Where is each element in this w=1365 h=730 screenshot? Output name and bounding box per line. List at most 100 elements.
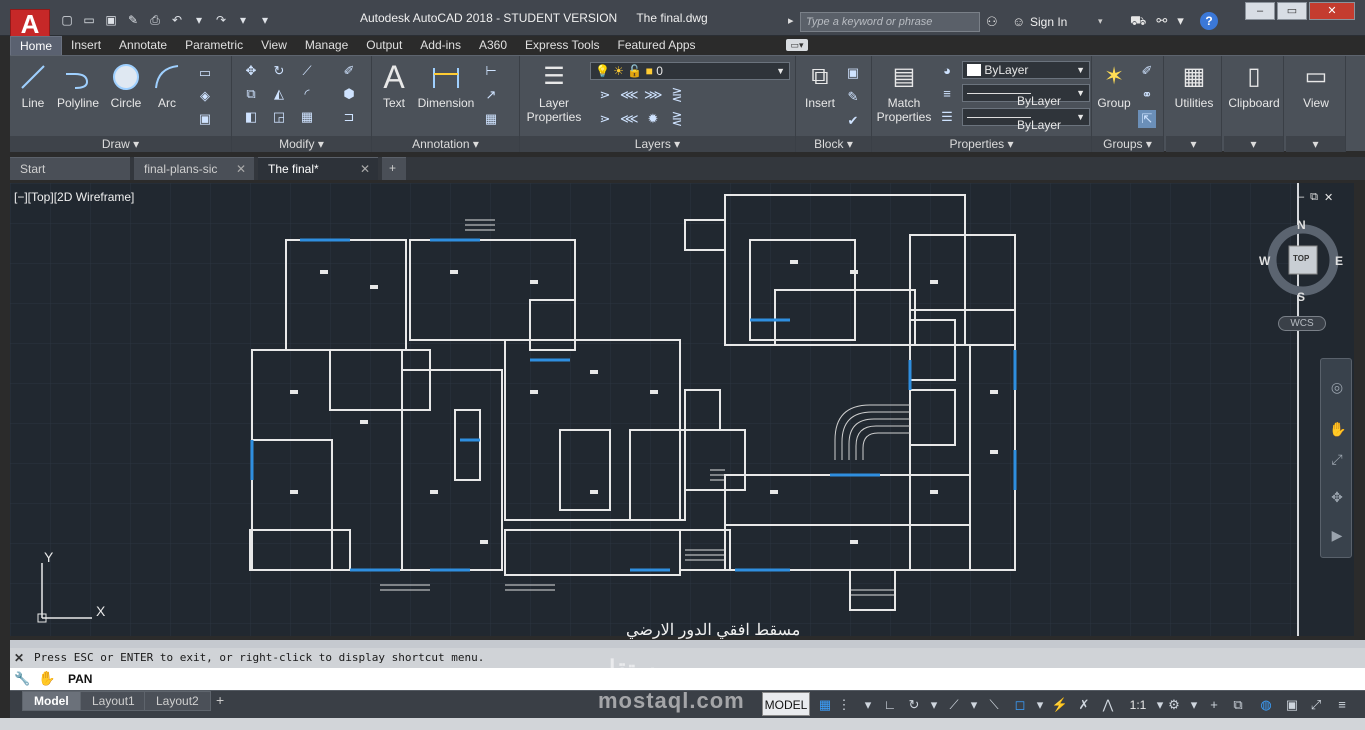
ribbon-tab-manage[interactable]: Manage [296,36,357,55]
close-tab-icon[interactable]: ✕ [360,162,370,176]
line-button[interactable]: Line [16,62,50,110]
add-layout-icon[interactable]: + [216,692,224,708]
redo-icon[interactable]: ↷ [212,12,230,28]
utilities-button[interactable]: ▦ Utilities [1166,62,1222,110]
pan-icon[interactable]: ✋ [1329,421,1346,437]
table-icon[interactable]: ▦ [482,110,500,128]
layer-properties-button[interactable]: ☰ Layer Properties [524,62,584,124]
layer-iso-icon[interactable]: ⋘ [620,86,639,104]
command-input[interactable]: PAN [10,668,1365,690]
rectangle-icon[interactable]: ▭ [196,64,214,82]
ribbon-tab-express-tools[interactable]: Express Tools [516,36,608,55]
modify-panel-label[interactable]: Modify ▾ [232,136,371,152]
auto-scale-icon[interactable]: ✗ [1074,696,1094,714]
current-layer-dropdown[interactable]: 💡 ☀ 🔓 ■ 0 ▼ [590,62,790,80]
help-dropdown-icon[interactable]: ▾ [1177,13,1184,31]
ribbon-tab-parametric[interactable]: Parametric [176,36,252,55]
linetype-dropdown[interactable]: ByLayer ▼ [962,84,1090,108]
ribbon-tab-insert[interactable]: Insert [62,36,110,55]
compass-east[interactable]: E [1335,254,1343,268]
user-icon[interactable]: ☺ [1012,14,1025,29]
annotation-panel-label[interactable]: Annotation ▾ [372,136,519,152]
steering-wheel-icon[interactable]: ◎ [1329,379,1345,395]
ribbon-tab-view[interactable]: View [252,36,296,55]
linear-dim-icon[interactable]: ⊢ [482,62,500,80]
fillet-icon[interactable]: ◜ [298,85,316,103]
color-dropdown[interactable]: ByLayer ▼ [962,61,1090,79]
model-space-button[interactable]: MODEL [762,692,810,716]
array-icon[interactable]: ▦ [298,108,316,126]
layer-thaw-icon[interactable]: ✹ [644,110,662,128]
utilities-dropdown[interactable]: ▾ [1166,136,1221,152]
dimension-button[interactable]: Dimension [416,62,476,110]
layout-tab-layout1[interactable]: Layout1 [80,691,147,711]
viewcube-top-face[interactable]: TOP [1293,254,1309,263]
floor-plan-drawing[interactable] [230,190,1030,630]
viewport-controls-label[interactable]: [−][Top][2D Wireframe] [14,190,134,204]
doc-tab[interactable]: The final* ✕ [258,157,378,180]
ribbon-tab-home[interactable]: Home [10,36,63,55]
insert-button[interactable]: ⧉ Insert [800,62,840,110]
offset-icon[interactable]: ⊐ [340,108,358,126]
viewport-restore-icon[interactable]: ⧉ [1310,191,1318,204]
lineweight-dropdown[interactable]: ByLayer ▼ [962,108,1090,132]
wcs-menu[interactable]: WCS [1278,316,1326,331]
utilities-panel[interactable]: ▦ Utilities ▾ [1166,56,1222,152]
layout-tab-model[interactable]: Model [22,691,81,711]
customize-wrench-icon[interactable]: 🔧 [14,671,30,687]
osnap-dropdown-icon[interactable]: ▾ [964,696,984,714]
zoom-extents-icon[interactable]: ⤢ [1329,451,1345,467]
snap-mode-icon[interactable]: ⋮ [834,696,854,714]
layout-tab-layout2[interactable]: Layout2 [144,691,211,711]
grid-display-icon[interactable]: ▦ [815,696,835,714]
exchange-icon[interactable]: ⚯ [1156,13,1167,31]
block-panel-label[interactable]: Block ▾ [796,136,871,152]
open-icon[interactable]: ▭ [80,12,98,28]
copy-icon[interactable]: ⧉ [242,85,260,103]
erase-icon[interactable]: ✐ [340,62,358,80]
sign-in-dropdown-icon[interactable]: ▾ [1098,16,1103,27]
group-edit-icon[interactable]: ⚭ [1138,86,1156,104]
scale-icon[interactable]: ◲ [270,108,288,126]
scale-selector[interactable]: 1:1 [1124,696,1152,714]
create-block-icon[interactable]: ▣ [844,64,862,82]
leader-icon[interactable]: ↗ [482,86,500,104]
restore-button[interactable]: ▭ [1277,2,1307,20]
clipboard-panel[interactable]: ▯ Clipboard ▾ [1224,56,1284,152]
draw-panel-label[interactable]: Draw ▾ [10,136,231,152]
object-snap-icon[interactable]: ◻ [1010,696,1030,714]
help-icon[interactable]: ? [1200,12,1218,30]
groups-panel-label[interactable]: Groups ▾ [1092,136,1163,152]
edit-block-icon[interactable]: ✎ [844,88,862,106]
isolate-objects-icon[interactable]: ⧉ [1228,696,1248,714]
layers-panel-label[interactable]: Layers ▾ [520,136,795,152]
match-properties-button[interactable]: ▤ Match Properties [876,62,932,124]
trim-icon[interactable]: ⟋ [298,62,316,80]
workspace-icon[interactable]: ⚙ [1164,696,1184,714]
save-as-icon[interactable]: ✎ [124,12,142,28]
ribbon-tab-add-ins[interactable]: Add-ins [411,36,470,55]
layer-freeze-icon[interactable]: ⋙ [644,86,663,104]
hatch-icon[interactable]: ◈ [196,87,214,105]
explode-icon[interactable]: ⬢ [340,85,358,103]
save-icon[interactable]: ▣ [102,12,120,28]
object-snap-dropdown-icon[interactable]: ▾ [1030,696,1050,714]
undo-icon[interactable]: ↶ [168,12,186,28]
annotation-scale-icon[interactable]: ⋀ [1098,696,1118,714]
ribbon-tab-output[interactable]: Output [357,36,411,55]
view-dropdown[interactable]: ▾ [1286,136,1345,152]
polar-dropdown-icon[interactable]: ▾ [924,696,944,714]
circle-button[interactable]: Circle [106,62,146,110]
new-icon[interactable]: ▢ [58,12,76,28]
fullscreen-icon[interactable]: ⤢ [1306,696,1326,714]
search-expand-icon[interactable]: ▸ [788,14,794,27]
block-attribute-icon[interactable]: ✔ [844,112,862,130]
ribbon-minimize-toggle[interactable]: ▭▾ [786,39,808,51]
hardware-acceleration-icon[interactable]: ◍ [1256,696,1276,714]
move-icon[interactable]: ✥ [242,62,260,80]
clipboard-button[interactable]: ▯ Clipboard [1224,62,1284,110]
viewcube[interactable]: TOP N S E W [1259,218,1343,304]
text-button[interactable]: A Text [376,61,412,110]
rotate-icon[interactable]: ↻ [270,62,288,80]
clipboard-dropdown[interactable]: ▾ [1224,136,1283,152]
